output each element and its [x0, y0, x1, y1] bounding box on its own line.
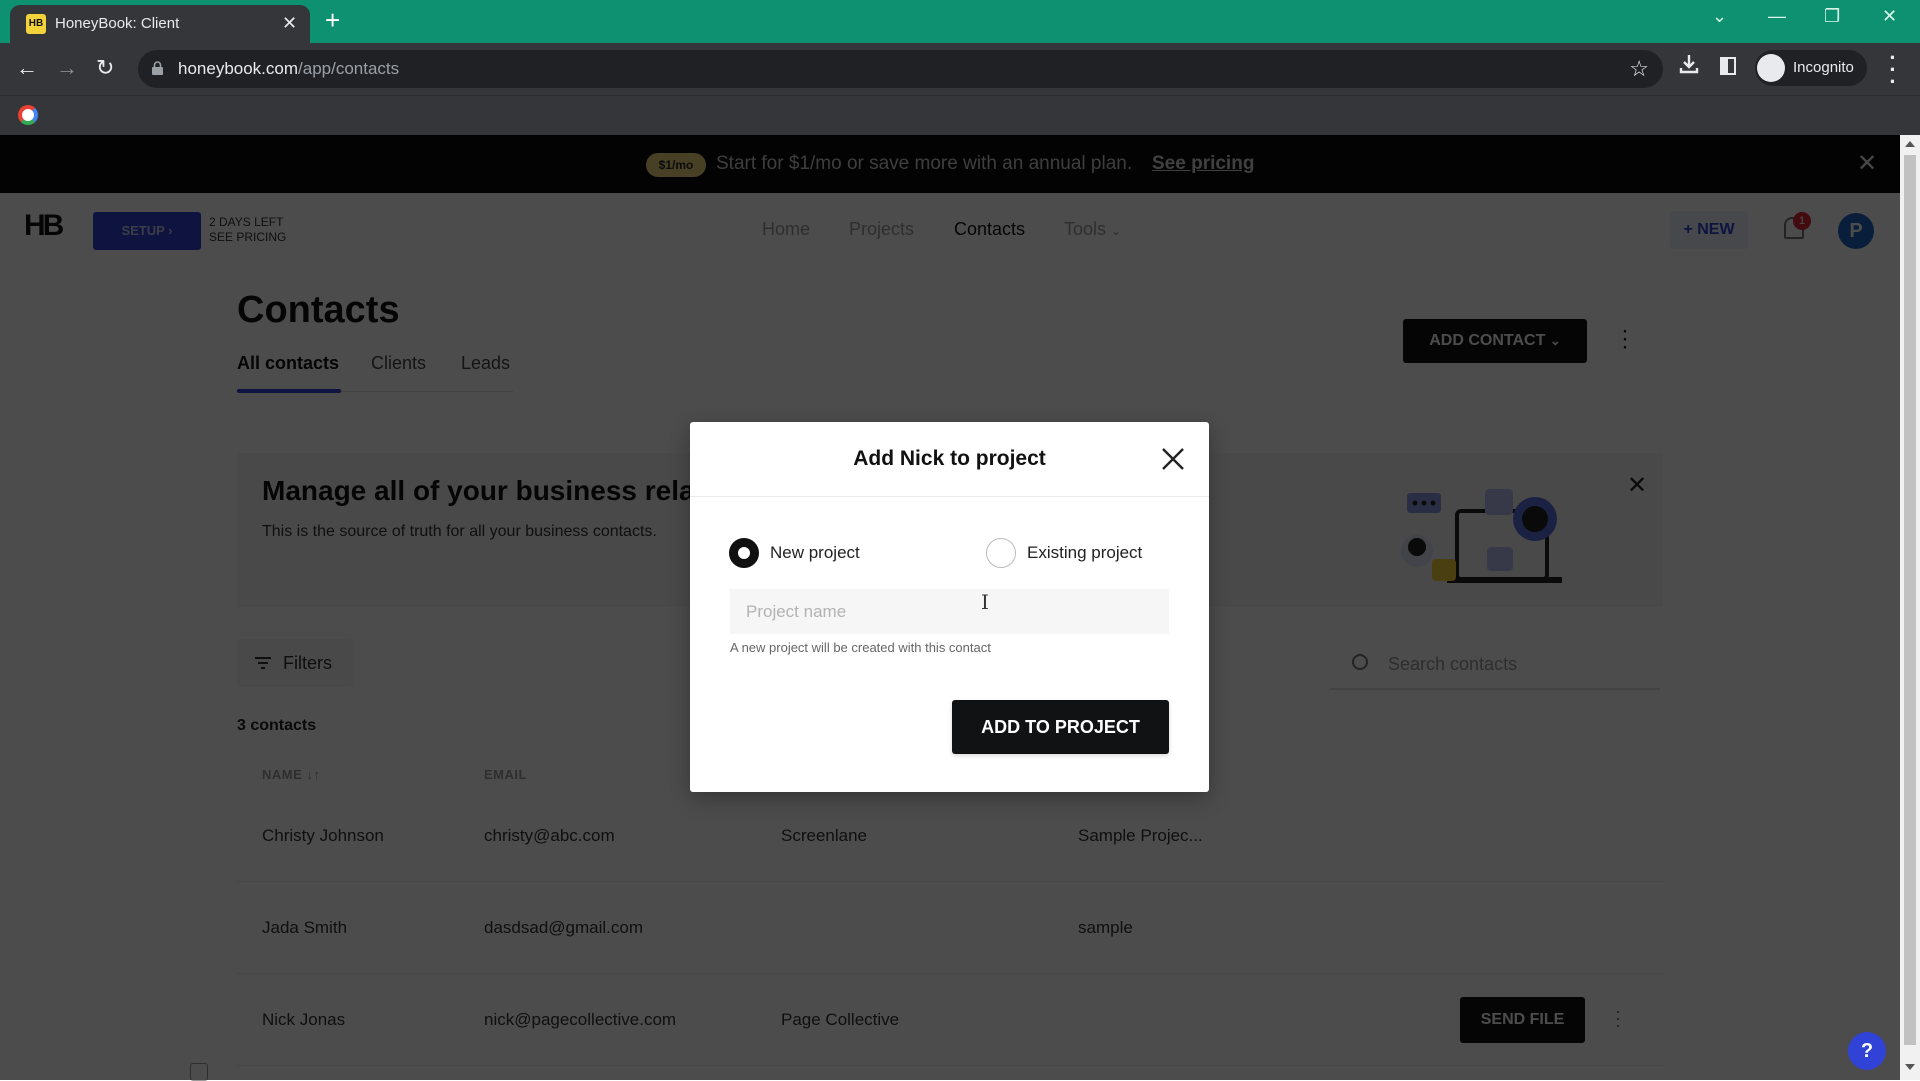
helper-text: A new project will be created with this … [730, 640, 991, 655]
kebab-menu-icon[interactable]: · · · [1888, 47, 1898, 93]
url-text: honeybook.com/app/contacts [178, 59, 400, 78]
address-bar-row: ← → ↻ honeybook.com/app/contacts ☆ Incog… [0, 43, 1920, 95]
radio-new-project[interactable] [729, 538, 759, 568]
incognito-profile-button[interactable]: Incognito [1755, 50, 1867, 86]
back-icon[interactable]: ← [16, 55, 38, 81]
browser-tab[interactable]: HB HoneyBook: Client ✕ [10, 5, 310, 43]
modal-title: Add Nick to project [853, 447, 1046, 470]
incognito-icon [1757, 54, 1785, 82]
bookmarks-bar [0, 95, 1920, 135]
project-name-input[interactable] [730, 589, 1169, 634]
tab-title: HoneyBook: Client [55, 15, 180, 32]
side-panel-icon[interactable] [1720, 57, 1736, 75]
star-icon[interactable]: ☆ [1629, 56, 1649, 82]
scroll-down-icon[interactable] [1905, 1064, 1915, 1070]
text-cursor-icon: I [981, 590, 989, 614]
close-icon[interactable] [1160, 446, 1186, 472]
forward-icon[interactable]: → [56, 55, 78, 81]
restore-icon[interactable]: ❐ [1824, 6, 1840, 27]
reload-icon[interactable]: ↻ [96, 55, 114, 81]
honeybook-favicon-icon: HB [26, 14, 46, 34]
radio-new-project-label[interactable]: New project [770, 543, 860, 563]
modal-header: Add Nick to project [690, 422, 1209, 497]
scroll-thumb[interactable] [1904, 155, 1916, 1045]
incognito-label: Incognito [1793, 59, 1854, 76]
help-button[interactable]: ? [1848, 1032, 1886, 1070]
minimize-icon[interactable]: — [1768, 6, 1786, 27]
google-icon[interactable] [18, 105, 38, 125]
radio-existing-project[interactable] [986, 538, 1016, 568]
lock-icon [152, 61, 163, 75]
browser-tab-bar: HB HoneyBook: Client ✕ + ⌄ — ❐ ✕ [0, 0, 1920, 43]
omnibox[interactable]: honeybook.com/app/contacts ☆ [138, 50, 1663, 88]
radio-existing-project-label[interactable]: Existing project [1027, 543, 1142, 563]
window-close-icon[interactable]: ✕ [1882, 6, 1897, 27]
tab-search-chevron-icon[interactable]: ⌄ [1712, 6, 1727, 27]
add-to-project-modal: Add Nick to project New project Existing… [690, 422, 1209, 792]
scroll-up-icon[interactable] [1905, 141, 1915, 147]
add-to-project-button[interactable]: ADD TO PROJECT [952, 700, 1169, 754]
page-scrollbar[interactable] [1900, 135, 1920, 1080]
download-icon[interactable] [1678, 53, 1700, 75]
new-tab-icon[interactable]: + [325, 5, 340, 35]
tab-close-icon[interactable]: ✕ [282, 13, 297, 34]
